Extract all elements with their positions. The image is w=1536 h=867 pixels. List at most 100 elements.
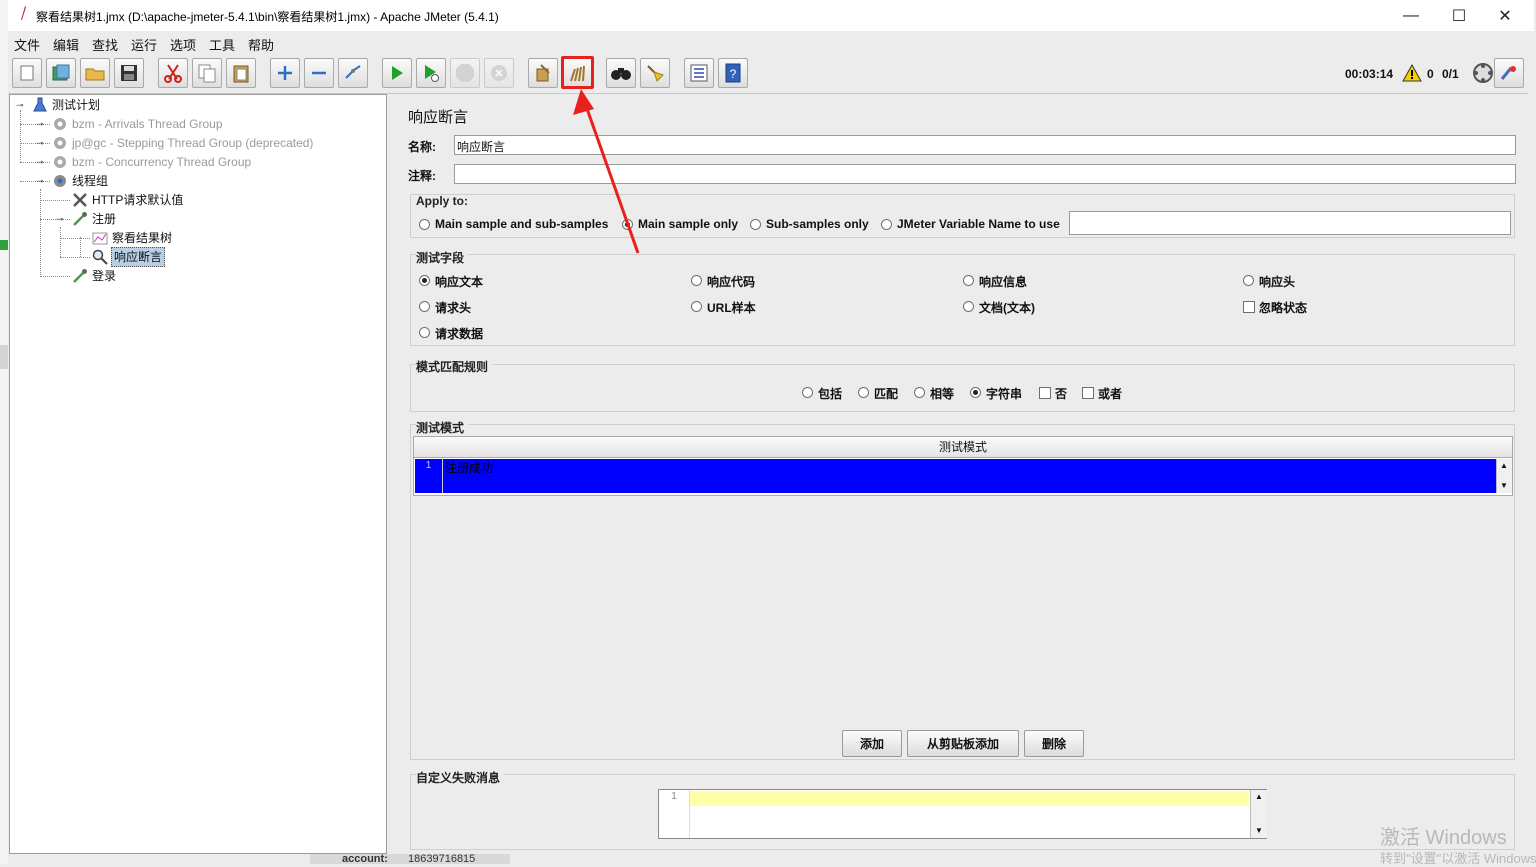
apply-to-title: Apply to: [416, 194, 468, 208]
start-no-pause-button[interactable] [416, 58, 446, 88]
background-fragment [0, 240, 8, 250]
activation-watermark-subtitle: 转到"设置"以激活 Windows。 [1380, 851, 1536, 866]
help-button[interactable]: ? [718, 58, 748, 88]
patterns-group: 测试模式 测试模式 1 注册成功 ▲ ▼ 添加 从剪贴板添加 删除 [410, 419, 1515, 759]
custom-failure-scrollbar[interactable]: ▲ ▼ [1250, 790, 1267, 838]
clear-icon [536, 64, 550, 82]
toggle-button[interactable] [338, 58, 368, 88]
patterns-column-header[interactable]: 测试模式 [414, 437, 1512, 458]
new-icon [20, 65, 34, 81]
start-icon [392, 66, 403, 80]
cut-button[interactable] [158, 58, 188, 88]
clear-button[interactable] [528, 58, 558, 88]
collapse-button[interactable] [304, 58, 334, 88]
line-number: 1 [659, 790, 690, 838]
function-helper-icon [690, 64, 708, 82]
log-viewer-icon [1500, 66, 1516, 80]
paste-icon [233, 65, 249, 83]
close-button[interactable]: ✕ [1482, 0, 1528, 31]
test-plan-tree: ⊸ 测试计划 ⊸ bzm - Arrivals Thread Group ⊸ j… [9, 94, 387, 854]
custom-failure-current-line[interactable] [690, 791, 1249, 806]
search-button[interactable] [606, 58, 636, 88]
save-button[interactable] [114, 58, 144, 88]
toggle-icon [345, 65, 361, 79]
menu-help[interactable]: 帮助 [248, 35, 274, 54]
add-button[interactable]: 添加 [842, 730, 902, 757]
open-icon [85, 68, 105, 81]
background-desktop [0, 0, 8, 864]
panel-heading: 响应断言 [408, 109, 469, 126]
pattern-value[interactable]: 注册成功 [445, 459, 493, 476]
menu-tools[interactable]: 工具 [209, 35, 235, 54]
title-bar: 察看结果树1.jmx (D:\apache-jmeter-5.4.1\bin\察… [8, 0, 1534, 31]
stop-button[interactable] [450, 58, 480, 88]
gear-icon [54, 118, 66, 130]
copy-button[interactable] [192, 58, 222, 88]
pattern-scrollbar[interactable]: ▲ ▼ [1496, 459, 1512, 493]
account-label: account: [342, 853, 388, 865]
gear-icon [54, 175, 66, 187]
new-button[interactable] [12, 58, 42, 88]
function-helper-button[interactable] [684, 58, 714, 88]
chart-icon [92, 232, 108, 245]
scroll-up-icon[interactable]: ▲ [1255, 792, 1263, 801]
variable-name-field[interactable] [1069, 211, 1511, 235]
menu-bar: 文件 编辑 查找 运行 选项 工具 帮助 [8, 31, 1528, 55]
paste-button[interactable] [226, 58, 256, 88]
stop-icon [456, 64, 474, 82]
help-icon: ? [725, 63, 741, 83]
scroll-down-icon[interactable]: ▼ [1255, 826, 1263, 835]
minimize-icon: — [1403, 6, 1419, 24]
log-viewer-button[interactable] [1494, 58, 1524, 88]
minimize-button[interactable]: — [1388, 0, 1434, 31]
magnifier-icon [92, 249, 108, 265]
reset-search-button[interactable] [640, 58, 670, 88]
templates-button[interactable] [46, 58, 76, 88]
warning-count: 0 [1427, 67, 1434, 81]
custom-failure-title: 自定义失败消息 [416, 769, 505, 786]
delete-button[interactable]: 删除 [1024, 730, 1084, 757]
warning-icon[interactable] [1402, 64, 1422, 82]
toolbar: ? 00:03:14 0 0/1 [8, 55, 1528, 94]
activation-watermark-title: 激活 Windows [1380, 827, 1507, 849]
table-row[interactable]: 1 注册成功 [415, 459, 1496, 493]
menu-edit[interactable]: 编辑 [53, 35, 79, 54]
menu-file[interactable]: 文件 [14, 35, 40, 54]
scroll-up-icon[interactable]: ▲ [1500, 461, 1508, 470]
patterns-table: 测试模式 1 注册成功 ▲ ▼ [413, 436, 1513, 496]
patterns-title: 测试模式 [416, 419, 469, 436]
start-no-pause-icon [425, 65, 439, 82]
custom-failure-editor[interactable]: 1 ▲ ▼ [658, 789, 1267, 839]
annotation-arrow [573, 89, 640, 254]
scroll-down-icon[interactable]: ▼ [1500, 481, 1508, 490]
matching-rules-title: 模式匹配规则 [416, 358, 493, 375]
templates-icon [52, 64, 70, 81]
custom-failure-group: 自定义失败消息 1 ▲ ▼ [410, 769, 1515, 850]
shutdown-icon [491, 65, 507, 81]
shutdown-button[interactable] [484, 58, 514, 88]
add-from-clipboard-button[interactable]: 从剪贴板添加 [907, 730, 1019, 757]
maximize-icon: ☐ [1451, 7, 1467, 25]
name-label: 名称: [408, 140, 436, 154]
window-title: 察看结果树1.jmx (D:\apache-jmeter-5.4.1\bin\察… [36, 10, 499, 24]
search-icon [611, 68, 631, 80]
start-button[interactable] [382, 58, 412, 88]
menu-search[interactable]: 查找 [92, 35, 118, 54]
pipette-icon [73, 212, 87, 226]
pipette-icon [73, 269, 87, 283]
test-plan-icon [33, 97, 47, 112]
save-icon [121, 65, 137, 81]
open-button[interactable] [80, 58, 110, 88]
expand-button[interactable] [270, 58, 300, 88]
cut-icon [164, 64, 182, 83]
comment-label: 注释: [408, 169, 436, 183]
background-fragment [0, 345, 8, 369]
maximize-button[interactable]: ☐ [1436, 0, 1482, 31]
divider [410, 759, 1515, 760]
menu-options[interactable]: 选项 [170, 35, 196, 54]
thread-count: 0/1 [1442, 67, 1459, 81]
menu-run[interactable]: 运行 [131, 35, 157, 54]
gear-icon [54, 156, 66, 168]
collapse-icon [312, 71, 326, 75]
line-number: 1 [415, 459, 443, 493]
